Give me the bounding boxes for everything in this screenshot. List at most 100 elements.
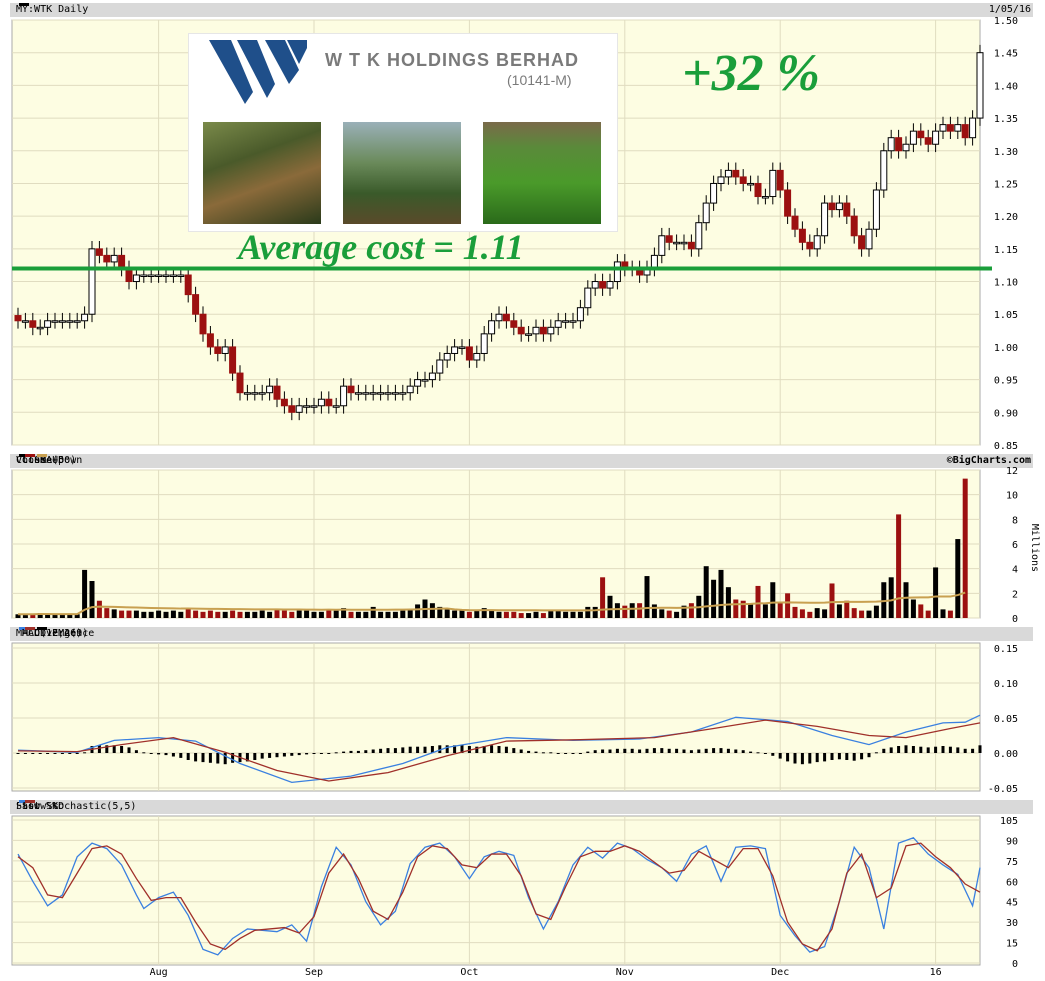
candle-up bbox=[177, 274, 185, 277]
stoch-y-tick: 60 bbox=[1006, 877, 1018, 888]
macd-panel-bg bbox=[11, 642, 981, 792]
divergence-bar bbox=[127, 747, 131, 753]
macd-y-tick: 0.05 bbox=[994, 714, 1018, 725]
divergence-bar bbox=[68, 753, 72, 754]
candle-down bbox=[14, 315, 22, 322]
divergence-bar bbox=[882, 748, 886, 753]
divergence-bar bbox=[171, 753, 175, 757]
divergence-bar bbox=[416, 746, 420, 753]
volume-bar-down bbox=[925, 610, 931, 618]
volume-bar-down bbox=[104, 608, 110, 618]
divergence-bar bbox=[60, 753, 64, 754]
divergence-bar bbox=[845, 753, 849, 760]
price-y-tick: 1.35 bbox=[994, 114, 1018, 125]
volume-bar-up bbox=[156, 610, 162, 618]
x-tick-label: Oct bbox=[460, 967, 478, 978]
volume-bar-up bbox=[244, 611, 250, 618]
price-y-tick: 1.40 bbox=[994, 81, 1018, 92]
stoch-y-tick: 0 bbox=[1012, 959, 1018, 970]
macd-y-tick: -0.05 bbox=[988, 784, 1018, 795]
volume-bar-up bbox=[629, 603, 635, 618]
divergence-bar bbox=[638, 749, 642, 753]
candle-down bbox=[288, 405, 296, 413]
candle-down bbox=[732, 169, 740, 178]
volume-bar-up bbox=[955, 539, 961, 618]
divergence-bar bbox=[675, 748, 679, 753]
volume-bar-up bbox=[703, 566, 709, 618]
candle-up bbox=[932, 130, 940, 145]
candle-down bbox=[347, 385, 355, 394]
company-name: W T K HOLDINGS BERHAD bbox=[325, 50, 579, 70]
tree-photo bbox=[343, 122, 461, 224]
divergence-bar bbox=[23, 753, 27, 754]
divergence-bar bbox=[800, 753, 804, 765]
divergence-bar bbox=[830, 753, 834, 760]
divergence-bar bbox=[319, 753, 323, 754]
divergence-bar bbox=[667, 748, 671, 753]
volume-bar-up bbox=[385, 611, 391, 618]
candle-up bbox=[969, 117, 977, 139]
candle-up bbox=[21, 320, 29, 323]
divergence-bar bbox=[704, 748, 708, 753]
volume-y-tick: 12 bbox=[1006, 466, 1018, 477]
divergence-bar bbox=[689, 750, 693, 753]
candle-down bbox=[510, 320, 518, 328]
candle-up bbox=[747, 182, 755, 186]
candle-down bbox=[917, 130, 925, 139]
divergence-bar bbox=[867, 753, 871, 758]
divergence-bar bbox=[356, 750, 360, 753]
divergence-bar bbox=[948, 746, 952, 753]
candle-down bbox=[517, 326, 525, 335]
candle-down bbox=[895, 137, 903, 152]
volume-bar-up bbox=[148, 611, 154, 618]
divergence-bar bbox=[874, 752, 878, 754]
candle-down bbox=[665, 235, 673, 243]
volume-bar-up bbox=[940, 609, 946, 618]
volume-bar-up bbox=[933, 567, 939, 618]
volume-bar-up bbox=[822, 609, 828, 618]
divergence-bar bbox=[860, 753, 864, 760]
volume-bar-down bbox=[200, 611, 206, 618]
candle-down bbox=[946, 124, 954, 132]
candle-up bbox=[110, 254, 118, 263]
gain-percent-label: +32 % bbox=[682, 45, 820, 102]
divergence-bar bbox=[305, 753, 309, 755]
divergence-bar bbox=[194, 753, 198, 762]
volume-bar-down bbox=[829, 583, 835, 618]
candle-up bbox=[169, 274, 177, 277]
volume-bar-down bbox=[215, 611, 221, 618]
candle-up bbox=[761, 196, 769, 199]
candle-up bbox=[362, 392, 370, 395]
divergence-bar bbox=[519, 749, 523, 753]
volume-bar-up bbox=[770, 582, 776, 618]
volume-bar-down bbox=[503, 611, 509, 618]
volume-bar-up bbox=[836, 604, 842, 618]
volume-bar-up bbox=[333, 610, 339, 618]
candle-up bbox=[428, 372, 436, 381]
divergence-bar bbox=[734, 749, 738, 753]
stoch-y-tick: 105 bbox=[1000, 816, 1018, 827]
price-y-tick: 0.85 bbox=[994, 441, 1018, 452]
divergence-bar bbox=[275, 753, 279, 758]
candle-down bbox=[924, 137, 932, 145]
candle-up bbox=[613, 261, 621, 283]
volume-bar-down bbox=[755, 585, 761, 618]
x-tick-label: Aug bbox=[150, 967, 168, 978]
divergence-bar bbox=[623, 748, 627, 753]
candle-up bbox=[140, 274, 148, 277]
volume-bar-down bbox=[844, 600, 850, 618]
volume-bar-up bbox=[555, 610, 561, 618]
volume-y-tick: 10 bbox=[1006, 491, 1018, 502]
volume-bar-up bbox=[111, 609, 117, 618]
candle-up bbox=[436, 359, 444, 374]
volume-bar-up bbox=[814, 608, 820, 618]
volume-bar-down bbox=[511, 611, 517, 618]
divergence-bar bbox=[120, 746, 124, 753]
volume-bar-down bbox=[185, 608, 191, 618]
volume-bar-down bbox=[518, 613, 524, 618]
divergence-bar bbox=[290, 753, 294, 756]
divergence-bar bbox=[652, 748, 656, 753]
candle-down bbox=[465, 346, 473, 361]
candle-up bbox=[813, 235, 821, 250]
x-tick-label: Sep bbox=[305, 967, 323, 978]
